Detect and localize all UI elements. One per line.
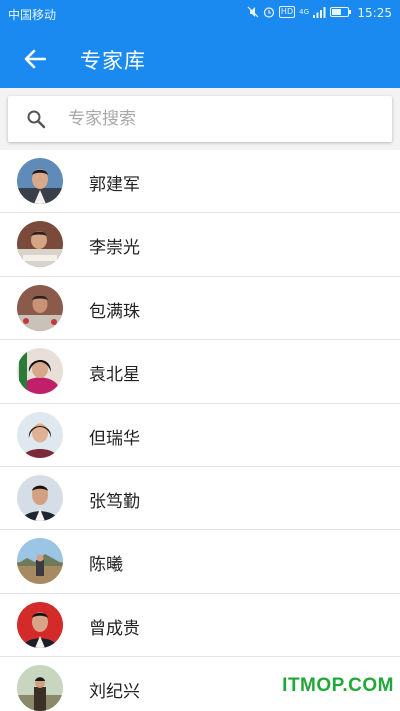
expert-row-2[interactable]: 李崇光 bbox=[0, 213, 400, 277]
status-bar: 中国移动 HD 4G 15:25 bbox=[0, 0, 400, 26]
expert-name: 包满珠 bbox=[89, 301, 140, 322]
mute-icon bbox=[247, 6, 259, 18]
app-bar: 中国移动 HD 4G 15:25 专家库 bbox=[0, 0, 400, 88]
expert-row-7[interactable]: 陈曦 bbox=[0, 530, 400, 594]
search-area bbox=[0, 88, 400, 150]
expert-row-5[interactable]: 但瑞华 bbox=[0, 404, 400, 467]
avatar bbox=[17, 221, 63, 268]
expert-name: 曾成贵 bbox=[89, 618, 140, 639]
expert-row-4[interactable]: 袁北星 bbox=[0, 340, 400, 404]
status-time: 15:25 bbox=[357, 6, 392, 20]
carrier-name: 中国移动 bbox=[8, 8, 57, 22]
back-button[interactable] bbox=[18, 42, 52, 76]
page-title: 专家库 bbox=[80, 49, 146, 73]
avatar bbox=[17, 665, 63, 711]
search-input[interactable] bbox=[68, 104, 368, 134]
search-box[interactable] bbox=[8, 96, 392, 142]
hd-badge: HD bbox=[278, 6, 296, 18]
toolbar: 专家库 bbox=[0, 34, 400, 82]
network-type: 4G bbox=[299, 8, 309, 16]
expert-row-1[interactable]: 郭建军 bbox=[0, 150, 400, 214]
avatar bbox=[17, 411, 63, 458]
expert-name: 郭建军 bbox=[89, 175, 140, 195]
avatar bbox=[17, 284, 63, 331]
avatar bbox=[17, 158, 63, 204]
avatar bbox=[17, 474, 63, 521]
watermark: ITMOP.COM bbox=[282, 675, 394, 696]
expert-list: 郭建军 李崇光 包满珠 袁北星 但瑞华 张笃勤 陈曦 曾成贵 刘纪兴 bbox=[0, 150, 400, 711]
signal-icon bbox=[313, 7, 326, 18]
alarm-icon bbox=[263, 7, 275, 18]
expert-name: 李崇光 bbox=[89, 238, 140, 259]
expert-name: 张笃勤 bbox=[89, 491, 140, 512]
expert-name: 刘纪兴 bbox=[89, 682, 140, 703]
expert-row-3[interactable]: 包满珠 bbox=[0, 277, 400, 341]
avatar bbox=[17, 348, 63, 395]
expert-row-8[interactable]: 曾成贵 bbox=[0, 594, 400, 658]
expert-row-6[interactable]: 张笃勤 bbox=[0, 467, 400, 531]
expert-name: 陈曦 bbox=[89, 555, 123, 576]
avatar bbox=[17, 538, 63, 585]
status-icons: HD 4G bbox=[247, 6, 352, 18]
arrow-left-icon bbox=[24, 49, 46, 69]
search-icon bbox=[27, 110, 46, 129]
expert-name: 但瑞华 bbox=[89, 428, 140, 449]
expert-name: 袁北星 bbox=[89, 365, 140, 386]
battery-icon bbox=[330, 7, 351, 17]
avatar bbox=[17, 601, 63, 648]
